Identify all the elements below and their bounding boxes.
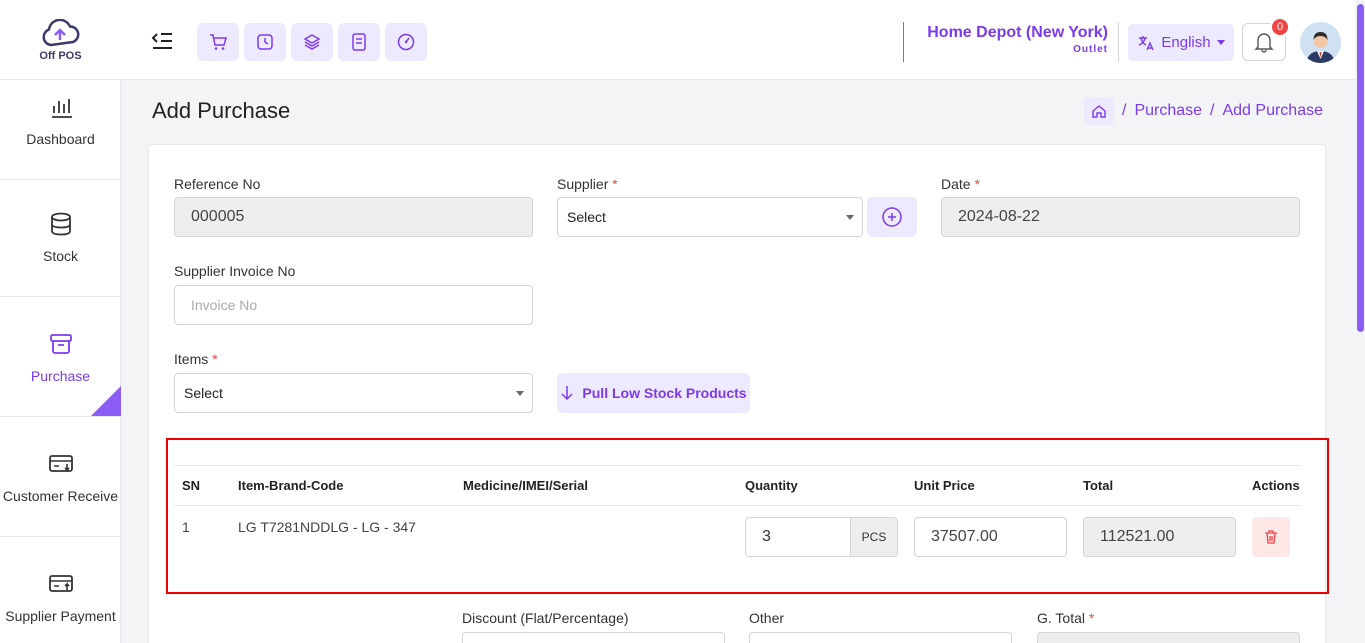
pull-low-stock-button[interactable]: Pull Low Stock Products	[557, 373, 750, 413]
cloud-logo-icon	[42, 18, 79, 46]
discount-input[interactable]	[462, 632, 725, 643]
page-scrollbar[interactable]	[1355, 0, 1365, 643]
caret-down-icon	[846, 215, 854, 220]
breadcrumb: / Purchase / Add Purchase	[1083, 97, 1323, 125]
top-navbar: Off POS Home Depot (New York) Outlet Eng…	[0, 0, 1365, 80]
reference-no-label: Reference No	[174, 176, 261, 192]
delete-row-button[interactable]	[1252, 517, 1290, 557]
sidebar-item-label: Supplier Payment	[5, 607, 116, 624]
quantity-unit: PCS	[850, 518, 897, 556]
chevron-down-icon	[1216, 39, 1225, 45]
receipt-icon[interactable]	[338, 23, 380, 61]
arrow-down-icon	[561, 386, 573, 401]
outlet-label: Outlet	[1073, 44, 1108, 55]
page-title: Add Purchase	[152, 98, 291, 123]
supplier-select[interactable]: Select	[557, 197, 863, 237]
col-sn: SN	[182, 478, 201, 493]
language-label: English	[1161, 34, 1211, 51]
grand-total-field	[1037, 632, 1300, 643]
sidebar-item-label: Customer Receive	[2, 487, 119, 504]
breadcrumb-purchase[interactable]: Purchase	[1134, 102, 1202, 120]
bar-chart-icon	[51, 98, 72, 118]
outlet-name: Home Depot (New York)	[927, 24, 1108, 41]
other-label: Other	[749, 610, 785, 626]
sidebar: Dashboard Stock Purchase Customer Receiv…	[0, 80, 121, 643]
bell-icon	[1254, 33, 1274, 53]
add-supplier-button[interactable]	[867, 197, 917, 237]
sidebar-item-label: Stock	[42, 247, 78, 264]
col-unit-price: Unit Price	[914, 478, 975, 493]
table-header-divider	[174, 505, 1300, 506]
card-in-icon	[48, 454, 73, 472]
col-item-brand-code: Item-Brand-Code	[238, 478, 344, 493]
cart-icon[interactable]	[197, 23, 239, 61]
row-total-field: 112521.00	[1083, 517, 1236, 557]
items-select-value: Select	[184, 385, 223, 401]
notification-badge: 0	[1270, 17, 1290, 37]
scrollbar-thumb[interactable]	[1357, 4, 1364, 332]
breadcrumb-separator: /	[1121, 102, 1127, 119]
quantity-input-group: 3 PCS	[745, 517, 898, 557]
home-icon[interactable]	[1083, 97, 1114, 125]
caret-down-icon	[516, 391, 524, 396]
clock-icon[interactable]	[244, 23, 286, 61]
plus-circle-icon	[882, 207, 902, 227]
sidebar-item-customer-receive[interactable]: Customer Receive	[0, 417, 121, 537]
menu-toggle-icon[interactable]	[150, 30, 174, 52]
supplier-label: Supplier *	[557, 176, 618, 192]
sidebar-item-label: Dashboard	[26, 130, 95, 147]
date-field[interactable]: 2024-08-22	[941, 197, 1300, 237]
col-total: Total	[1083, 478, 1114, 493]
language-selector[interactable]: English	[1128, 24, 1234, 61]
outlet-selector[interactable]: Home Depot (New York) Outlet	[903, 22, 1119, 62]
col-actions: Actions	[1252, 478, 1300, 493]
discount-label: Discount (Flat/Percentage)	[462, 610, 629, 626]
items-select[interactable]: Select	[174, 373, 533, 413]
grand-total-label: G. Total *	[1037, 610, 1095, 626]
col-serial: Medicine/IMEI/Serial	[463, 478, 588, 493]
invoice-no-input[interactable]: Invoice No	[174, 285, 533, 325]
layers-icon[interactable]	[291, 23, 333, 61]
sidebar-item-dashboard[interactable]: Dashboard	[0, 60, 121, 180]
col-quantity: Quantity	[745, 478, 798, 493]
breadcrumb-separator: /	[1210, 102, 1215, 119]
sidebar-item-stock[interactable]: Stock	[0, 177, 121, 297]
other-input[interactable]	[749, 632, 1012, 643]
database-icon	[50, 212, 71, 235]
quantity-input[interactable]: 3	[746, 518, 850, 556]
breadcrumb-current: Add Purchase	[1222, 102, 1323, 119]
items-label: Items *	[174, 351, 218, 367]
items-table-highlight	[166, 438, 1329, 594]
sidebar-item-purchase[interactable]: Purchase	[0, 297, 121, 417]
date-label: Date *	[941, 176, 980, 192]
card-out-icon	[48, 574, 73, 592]
row-item: LG T7281NDDLG - LG - 347	[238, 519, 416, 535]
notification-button[interactable]: 0	[1242, 17, 1290, 61]
sidebar-item-supplier-payment[interactable]: Supplier Payment	[0, 537, 121, 643]
sidebar-item-label: Purchase	[30, 367, 91, 384]
reference-no-field: 000005	[174, 197, 533, 237]
user-avatar[interactable]	[1300, 22, 1341, 63]
pull-low-stock-label: Pull Low Stock Products	[582, 385, 747, 401]
supplier-invoice-label: Supplier Invoice No	[174, 263, 296, 279]
unit-price-input[interactable]: 37507.00	[914, 517, 1067, 557]
table-top-divider	[174, 465, 1300, 466]
trash-icon	[1265, 530, 1277, 544]
row-sn: 1	[182, 519, 190, 535]
translate-icon	[1139, 35, 1155, 50]
archive-icon	[49, 333, 72, 354]
quick-action-bar	[197, 23, 427, 61]
active-indicator	[91, 386, 121, 416]
supplier-select-value: Select	[567, 209, 606, 225]
dashboard-icon[interactable]	[385, 23, 427, 61]
